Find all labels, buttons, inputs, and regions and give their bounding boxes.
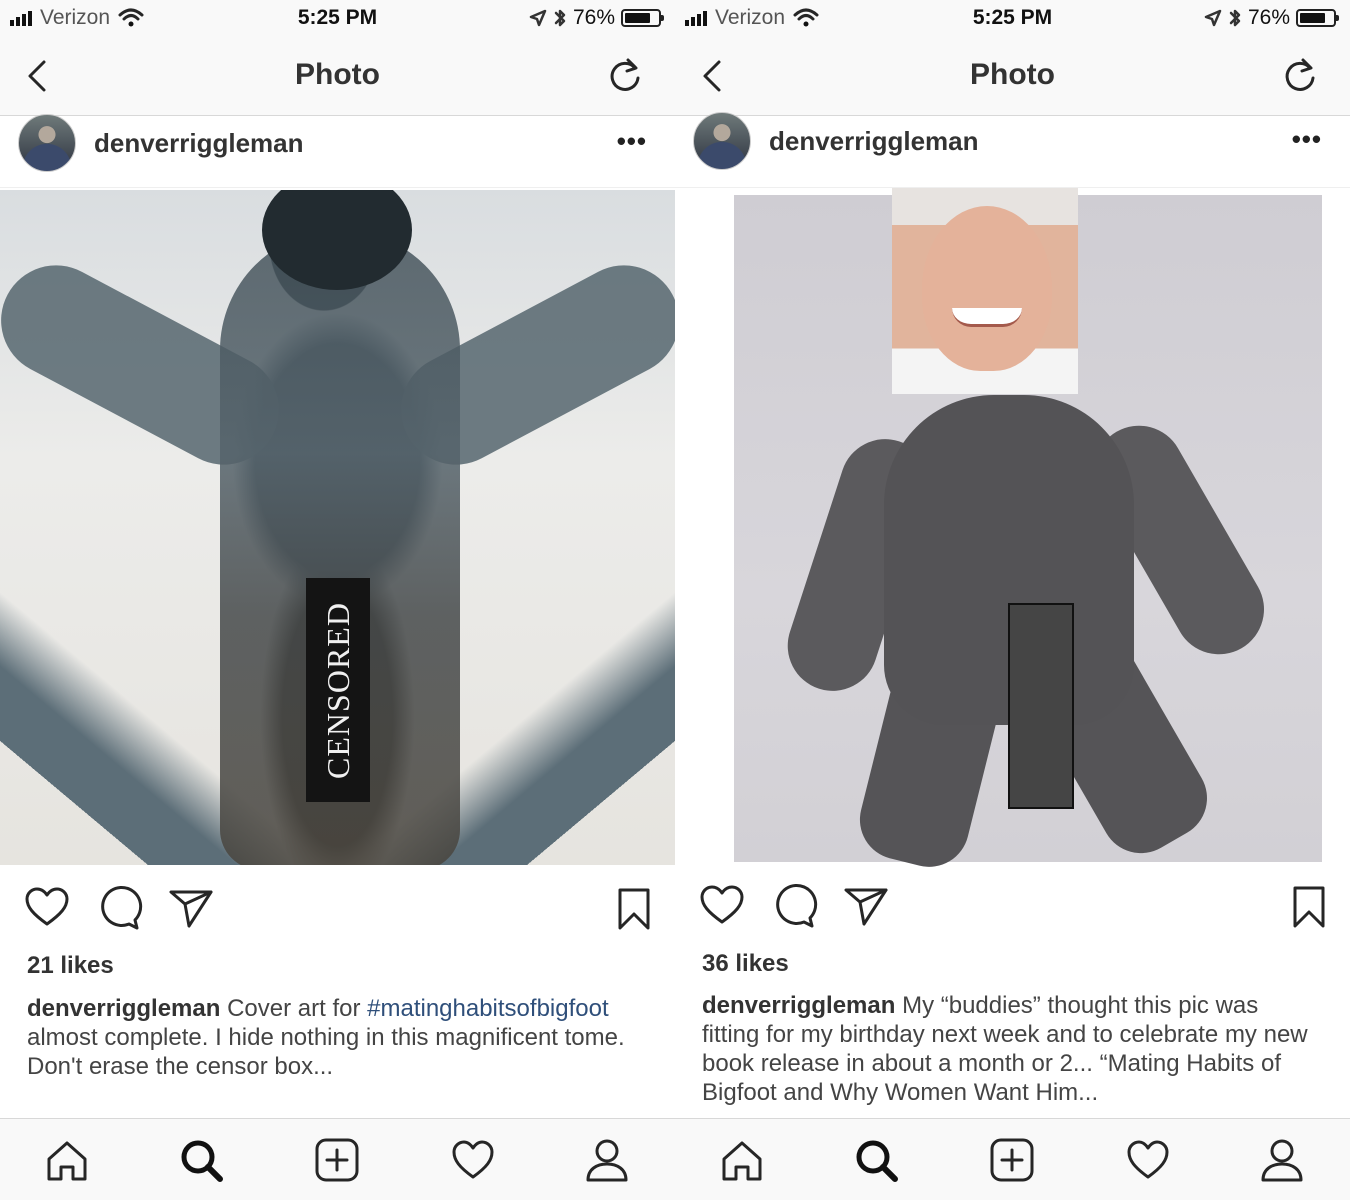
caption-text-1: Cover art for [220,995,368,1022]
location-arrow-icon [1204,9,1222,27]
post-photo[interactable] [675,188,1350,876]
post-actions [675,882,1350,938]
status-right: 76% [1204,6,1339,30]
page-title: Photo [295,58,380,91]
status-right: 76% [529,6,664,30]
bluetooth-icon [1229,9,1241,27]
bluetooth-icon [554,9,566,27]
status-bar: Verizon 5:25 PM 76% [0,0,675,36]
caption-hashtag[interactable]: #matinghabitsofbigfoot [367,995,609,1022]
status-bar: Verizon 5:25 PM 76% [675,0,1350,36]
censored-bar: CENSORED [306,578,370,802]
battery-icon [1296,9,1339,27]
refresh-icon[interactable] [1280,56,1320,96]
more-options-icon[interactable]: ••• [617,126,647,157]
add-icon[interactable] [989,1137,1035,1183]
battery-percent: 76% [572,6,615,29]
send-icon[interactable] [842,882,890,930]
add-icon[interactable] [314,1137,360,1183]
page-title: Photo [970,58,1055,91]
location-arrow-icon [529,9,547,27]
post-header: denverriggleman ••• [675,112,1350,188]
activity-heart-icon[interactable] [1125,1137,1171,1183]
caption-username[interactable]: denverriggleman [702,992,895,1019]
screen-right: Verizon 5:25 PM 76% Photo denverrigglema… [675,0,1350,1200]
post-username[interactable]: denverriggleman [769,126,979,157]
post-caption: denverriggleman Cover art for #matinghab… [27,994,647,1081]
profile-icon[interactable] [584,1137,630,1183]
photo-face-overlay [892,188,1078,394]
tab-bar [675,1118,1350,1200]
home-icon[interactable] [719,1137,765,1183]
post-photo[interactable]: CENSORED [0,190,675,865]
tab-bar [0,1118,675,1200]
refresh-icon[interactable] [605,56,645,96]
heart-icon[interactable] [23,884,71,932]
battery-percent: 76% [1247,6,1290,29]
comment-icon[interactable] [770,882,818,930]
more-options-icon[interactable]: ••• [1292,124,1322,155]
battery-icon [621,9,664,27]
comment-icon[interactable] [95,884,143,932]
censored-label: CENSORED [319,601,356,779]
search-icon[interactable] [178,1137,224,1183]
search-icon[interactable] [853,1137,899,1183]
post-username[interactable]: denverriggleman [94,128,304,159]
post-actions [0,884,675,940]
nav-bar: Photo [675,36,1350,116]
screen-left: Verizon 5:25 PM 76% Photo denverrigglema… [0,0,675,1200]
caption-username[interactable]: denverriggleman [27,995,220,1022]
screens-container: Verizon 5:25 PM 76% Photo denverrigglema… [0,0,1350,1200]
likes-count[interactable]: 21 likes [27,952,114,980]
heart-icon[interactable] [698,882,746,930]
censor-box [1008,603,1074,809]
bookmark-icon[interactable] [610,884,658,932]
caption-text-2: almost complete. I hide nothing in this … [27,1024,625,1080]
send-icon[interactable] [167,884,215,932]
avatar[interactable] [693,112,751,170]
nav-bar: Photo [0,36,675,116]
post-header: denverriggleman ••• [0,114,675,188]
post-caption: denverriggleman My “buddies” thought thi… [702,991,1322,1107]
activity-heart-icon[interactable] [450,1137,496,1183]
likes-count[interactable]: 36 likes [702,950,789,978]
avatar[interactable] [18,114,76,172]
bookmark-icon[interactable] [1285,882,1333,930]
profile-icon[interactable] [1259,1137,1305,1183]
home-icon[interactable] [44,1137,90,1183]
